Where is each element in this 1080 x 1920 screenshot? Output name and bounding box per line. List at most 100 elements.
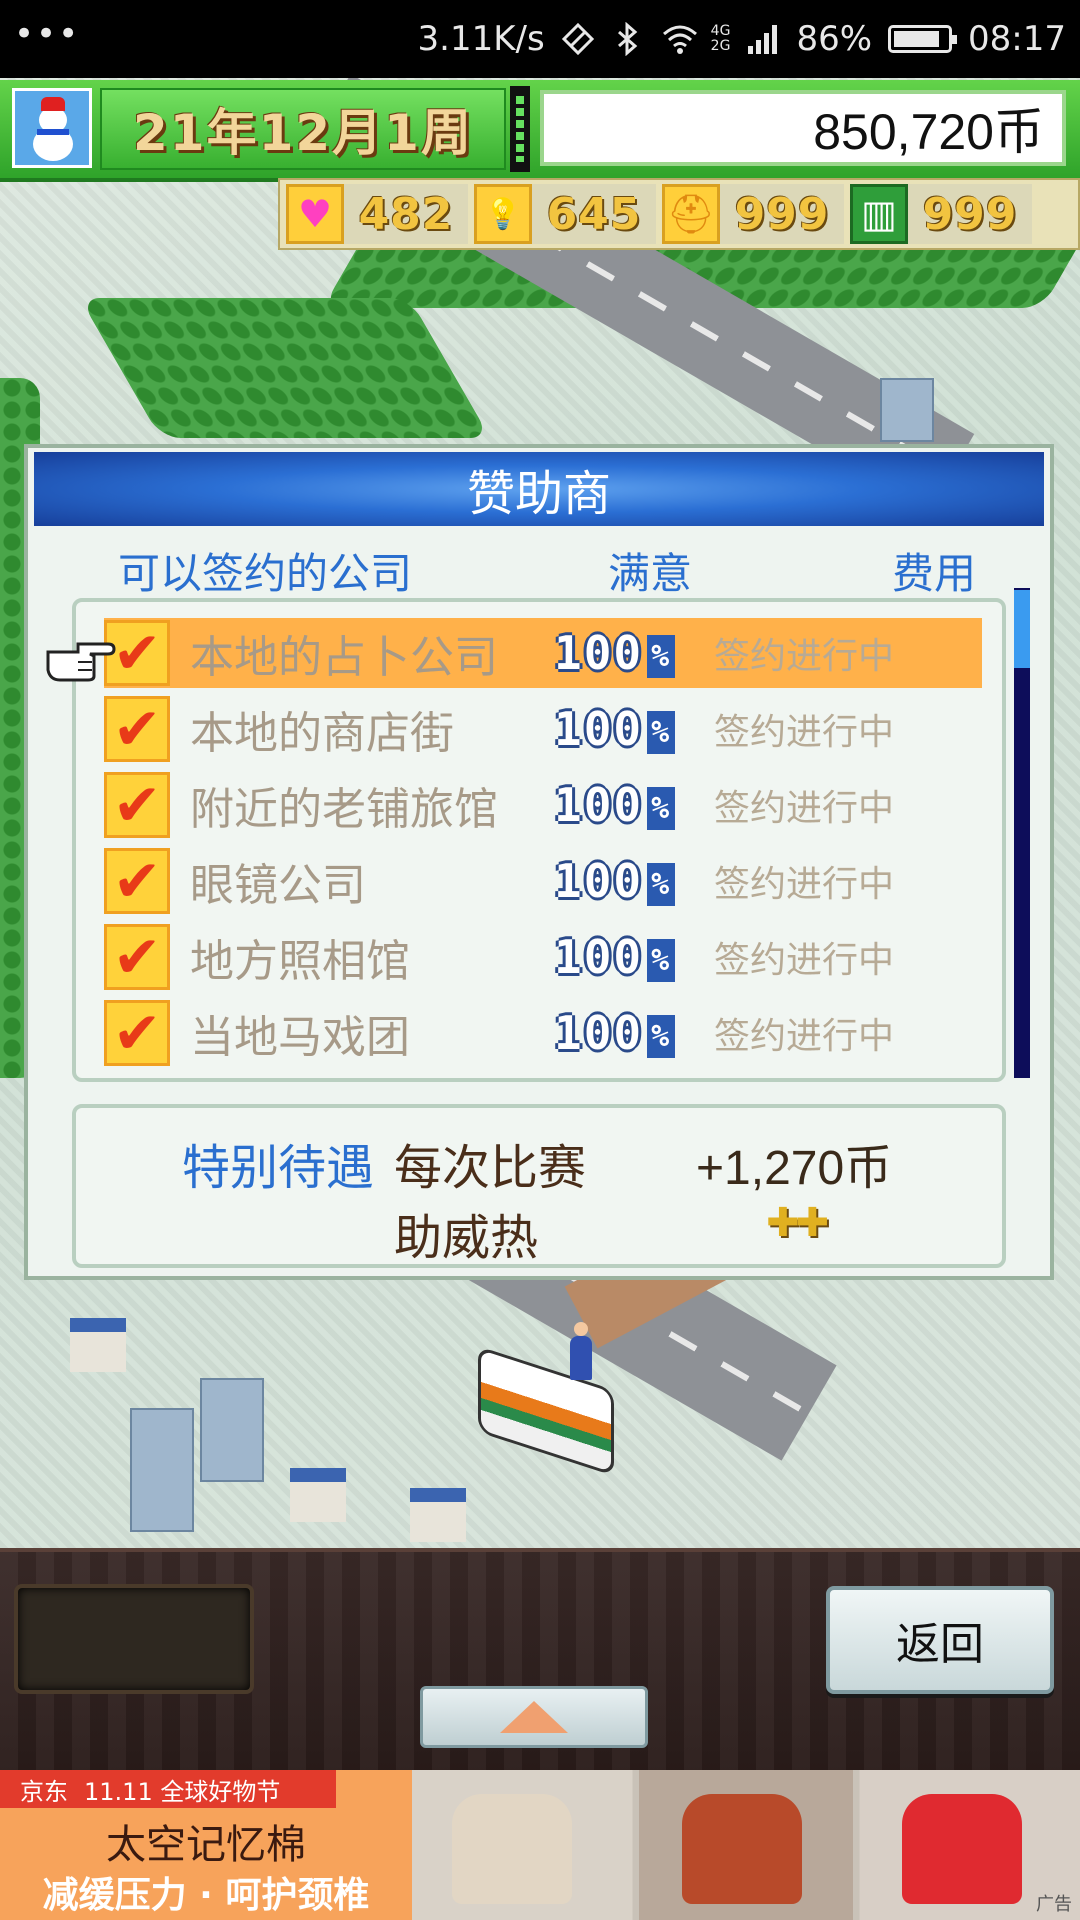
- seat-cushion-image: [902, 1794, 1022, 1904]
- signal-icon: [746, 22, 780, 56]
- contract-status: 签约进行中: [714, 636, 895, 677]
- bonus-amount: +1,270币: [696, 1142, 893, 1195]
- resource-bar: ♥ 482 💡 645 ⛑ 999 ▥ 999: [278, 178, 1080, 250]
- money-text: 850,720币: [813, 104, 1044, 160]
- bus-sprite: [478, 1345, 614, 1477]
- contract-status: 签约进行中: [714, 1016, 895, 1057]
- checkbox-icon[interactable]: ✔: [104, 847, 170, 915]
- date-display: 21年12月1周: [100, 88, 506, 170]
- status-menu-dots: •••: [14, 14, 81, 54]
- expand-up-button[interactable]: [420, 1686, 648, 1748]
- ad-headline: 太空记忆棉: [106, 1822, 306, 1868]
- checkbox-icon[interactable]: ✔: [104, 999, 170, 1067]
- sponsor-dialog: 赞助商 可以签约的公司 满意 费用 ✔ 本地的占卜公司 100% 签约进行中 ✔…: [24, 444, 1054, 1280]
- clock: 08:17: [968, 19, 1066, 59]
- pointing-hand-icon: [44, 634, 116, 684]
- lightbulb-icon: 💡: [474, 184, 532, 244]
- stat-value: 482: [344, 184, 468, 244]
- scrollbar-thumb[interactable]: [1014, 590, 1030, 668]
- sponsor-row[interactable]: ✔ 附近的老铺旅馆 100% 签约进行中: [104, 770, 982, 840]
- data-saver-icon: [561, 22, 595, 56]
- date-text: 21年12月1周: [133, 104, 473, 162]
- field-icon: ▥: [850, 184, 908, 244]
- ad-label: 广告: [1036, 1894, 1072, 1915]
- satisfaction-value: 100%: [554, 626, 676, 680]
- back-button[interactable]: 返回: [826, 1586, 1054, 1694]
- sponsor-row[interactable]: ✔ 眼镜公司 100% 签约进行中: [104, 846, 982, 916]
- stat-cap: ⛑ 999: [662, 182, 844, 246]
- contract-status: 签约进行中: [714, 940, 895, 981]
- control-panel: 返回: [0, 1548, 1080, 1774]
- battery-percent: 86%: [796, 19, 873, 59]
- status-bar: ••• 3.11K/s 4G 2G 86% 08:17: [0, 0, 1080, 78]
- sponsor-list[interactable]: ✔ 本地的占卜公司 100% 签约进行中 ✔ 本地的商店街 100% 签约进行中…: [72, 598, 1006, 1082]
- cap-icon: ⛑: [662, 184, 720, 244]
- sponsor-row[interactable]: ✔ 本地的占卜公司 100% 签约进行中: [104, 618, 982, 688]
- checkbox-icon[interactable]: ✔: [104, 695, 170, 763]
- contract-status: 签约进行中: [714, 712, 895, 753]
- house: [290, 1468, 346, 1522]
- bonus-per-match: 每次比赛: [394, 1140, 587, 1196]
- wifi-icon: [661, 22, 697, 56]
- bluetooth-icon: [611, 21, 645, 57]
- checkbox-icon[interactable]: ✔: [104, 771, 170, 839]
- satisfaction-value: 100%: [554, 702, 676, 756]
- cheer-plus-icon: ✚✚: [766, 1200, 829, 1246]
- battery-icon: [888, 25, 958, 53]
- stat-value: 999: [720, 184, 844, 244]
- forest-area: [79, 298, 491, 438]
- building: [880, 378, 934, 442]
- contract-status: 签约进行中: [714, 788, 895, 829]
- sponsor-row[interactable]: ✔ 本地的商店街 100% 签约进行中: [104, 694, 982, 764]
- sponsor-name: 当地马戏团: [190, 1012, 410, 1063]
- bonus-cheer-label: 助威热: [394, 1210, 539, 1266]
- sponsor-name: 附近的老铺旅馆: [190, 784, 498, 835]
- ad-brand-bar: 京东 11.11 全球好物节: [0, 1770, 336, 1808]
- building: [130, 1408, 194, 1532]
- satisfaction-value: 100%: [554, 930, 676, 984]
- stat-field: ▥ 999: [850, 182, 1032, 246]
- house: [70, 1318, 126, 1372]
- ad-product-image: [412, 1770, 1080, 1920]
- triangle-up-icon: [500, 1701, 568, 1733]
- info-slot: [14, 1584, 254, 1694]
- house: [410, 1488, 466, 1542]
- ad-text-panel: 京东 11.11 全球好物节 太空记忆棉 减缓压力 · 呵护颈椎: [0, 1770, 412, 1920]
- column-header-company: 可以签约的公司: [118, 549, 413, 598]
- satisfaction-value: 100%: [554, 1006, 676, 1060]
- bonus-panel: 特别待遇 每次比赛 +1,270币 助威热 ✚✚: [72, 1104, 1006, 1268]
- ad-banner[interactable]: 京东 11.11 全球好物节 太空记忆棉 减缓压力 · 呵护颈椎 广告: [0, 1770, 1080, 1920]
- money-display: 850,720币: [540, 90, 1066, 166]
- top-hud: 21年12月1周 850,720币: [0, 80, 1080, 182]
- stat-value: 999: [908, 184, 1032, 244]
- bonus-label: 特别待遇: [182, 1140, 375, 1196]
- sponsor-row[interactable]: ✔ 地方照相馆 100% 签约进行中: [104, 922, 982, 992]
- ad-promo: 11.11 全球好物节: [84, 1777, 281, 1806]
- contract-status: 签约进行中: [714, 864, 895, 905]
- stat-value: 645: [532, 184, 656, 244]
- sponsor-row[interactable]: ✔ 当地马戏团 100% 签约进行中: [104, 998, 982, 1068]
- dialog-title: 赞助商: [34, 452, 1044, 526]
- sponsor-name: 眼镜公司: [190, 860, 366, 911]
- network-type: 4G 2G: [710, 23, 731, 54]
- column-header-satisfaction: 满意: [608, 549, 693, 598]
- checkbox-icon[interactable]: ✔: [104, 923, 170, 991]
- ad-tagline: 减缓压力 · 呵护颈椎: [42, 1875, 370, 1916]
- sponsor-name: 地方照相馆: [190, 936, 410, 987]
- snowman-avatar-icon[interactable]: [12, 88, 92, 168]
- heart-icon: ♥: [286, 184, 344, 244]
- seat-cushion-image: [452, 1794, 572, 1904]
- ad-brand: 京东: [20, 1777, 68, 1806]
- satisfaction-value: 100%: [554, 778, 676, 832]
- satisfaction-value: 100%: [554, 854, 676, 908]
- sponsor-name: 本地的商店街: [190, 708, 454, 759]
- building: [200, 1378, 264, 1482]
- column-header-fee: 费用: [892, 549, 977, 598]
- network-speed: 3.11K/s: [417, 19, 545, 59]
- stat-heart: ♥ 482: [286, 182, 468, 246]
- battery-fill: [894, 31, 940, 47]
- hud-divider: [510, 86, 530, 172]
- seat-cushion-image: [682, 1794, 802, 1904]
- stat-idea: 💡 645: [474, 182, 656, 246]
- sponsor-name: 本地的占卜公司: [190, 632, 498, 683]
